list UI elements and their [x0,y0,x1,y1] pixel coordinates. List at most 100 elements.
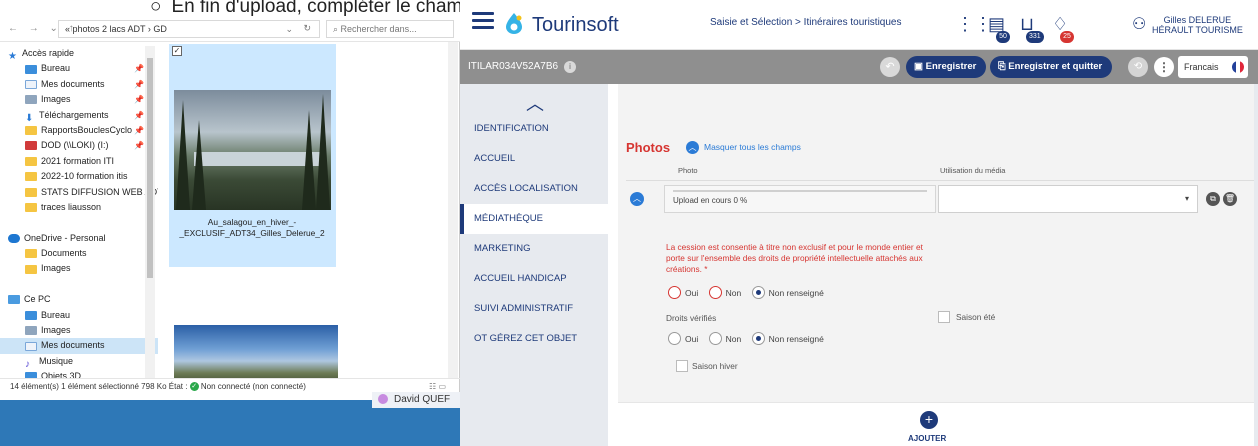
search-input[interactable]: ⌕ Rechercher dans... [326,20,454,38]
photo-thumbnail-2[interactable] [174,325,338,378]
add-label[interactable]: AJOUTER [908,434,946,443]
tree-item-label: Documents [41,248,87,259]
path-field[interactable]: « photos 2 lacs ADT › GD ⌄ ↻ [58,20,320,38]
tree-item[interactable]: Mes documents [0,338,158,354]
info-icon[interactable]: i [564,61,577,73]
chevron-down-icon[interactable]: ⌄ [285,24,293,35]
connection-status: Non connecté (non connecté) [200,382,306,391]
pin-icon[interactable]: 📌 [134,123,144,138]
add-button[interactable]: + [920,411,938,429]
tree-item[interactable]: DOD (\\LOKI) (I:) 📌 [0,138,158,153]
radio-non-renseigne[interactable] [751,332,765,346]
top-bar: Tourinsoft Saisie et Sélection > Itinéra… [460,0,1258,50]
breadcrumb[interactable]: Saisie et Sélection > Itinéraires touris… [710,17,902,28]
tree-item[interactable]: Objets 3D [0,369,158,378]
tree-item-label: Téléchargements [39,109,109,120]
checkbox-icon[interactable]: ✓ [172,46,182,56]
apps-grid-icon[interactable]: ⋮⋮ [956,14,992,35]
sidebar-item-mediatheque[interactable]: MÉDIATHÈQUE [460,204,608,234]
upload-field[interactable]: Upload en cours 0 % [664,185,936,213]
sidebar-item-ot-gerez[interactable]: OT GÉREZ CET OBJET [460,324,608,354]
action-bar: ITILAR034V52A7B6 i ↶ ▣ Enregistrer ⎘ Enre… [460,50,1258,84]
radio-non[interactable] [708,286,722,300]
tree-item[interactable]: Bureau [0,308,158,323]
radio-label-oui: Oui [685,287,699,298]
saison-ete-label: Saison été [956,312,996,322]
row-expand-icon[interactable]: ︿ [630,192,644,206]
taskbar-item[interactable]: David QUEF [372,392,460,408]
sidebar-item-marketing[interactable]: MARKETING [460,234,608,264]
tree-item[interactable]: Images [0,261,158,276]
usage-select[interactable]: ▾ [938,185,1198,213]
tree-item[interactable]: OneDrive - Personal [0,231,158,246]
pin-icon[interactable]: 📌 [134,108,144,123]
tree-item-label: Images [41,263,71,274]
more-options-button[interactable]: ⋮ [1154,57,1174,77]
content-scrollbar[interactable] [448,42,458,378]
tree-item[interactable]: Images [0,323,158,338]
copy-icon[interactable]: ⧉ [1206,192,1220,206]
hide-all-fields-link[interactable]: Masquer tous les champs [704,142,801,152]
tree-item[interactable]: ⬇ Téléchargements 📌 [0,108,158,124]
radio-oui[interactable] [668,286,681,300]
sidebar-item-accueil[interactable]: ACCUEIL [460,144,608,174]
sidebar-item-accueil-handicap[interactable]: ACCUEIL HANDICAP [460,264,608,294]
tree-item[interactable]: traces liausson [0,200,158,215]
tree-item[interactable]: Ce PC [0,292,158,307]
folder-icon [25,264,37,274]
saison-ete-checkbox[interactable] [938,311,950,323]
user-block[interactable]: Gilles DELERUE HÉRAULT TOURISME [1152,15,1243,35]
radio-non-renseigne[interactable] [751,286,765,300]
address-bar: ← → ⌄ ↑ « photos 2 lacs ADT › GD ⌄ ↻ ⌕ R… [0,16,460,42]
history-button[interactable]: ⟲ [1128,57,1148,77]
save-button[interactable]: ▣ Enregistrer [906,56,987,78]
hamburger-menu-icon[interactable] [472,12,494,30]
tree-item[interactable]: Images 📌 [0,92,158,107]
photo-thumbnail[interactable] [174,90,331,210]
radio-label-non: Non [725,333,742,344]
tree-item[interactable]: Documents [0,246,158,261]
sidebar-item-identification[interactable]: IDENTIFICATION [460,114,608,144]
tree-item[interactable]: RapportsBouclesCyclo 📌 [0,123,158,138]
tree-item[interactable]: 2022-10 formation itis [0,169,158,184]
saison-hiver-checkbox[interactable] [676,360,688,372]
tree-item[interactable]: ★ Accès rapide [0,46,158,62]
sidebar: ︿ IDENTIFICATION ACCUEIL ACCÈS LOCALISAT… [460,84,608,446]
navigation-tree: ★ Accès rapide Bureau 📌 Mes documents 📌 Images… [0,46,158,378]
tree-item[interactable]: STATS DIFFUSION WEB ADT [0,185,158,200]
collapse-chevron-icon[interactable]: ︿ [526,90,544,116]
radio-oui[interactable] [668,332,681,346]
divider [626,180,1254,181]
pin-icon[interactable]: 📌 [134,77,144,92]
trash-icon[interactable]: 🗑 [1223,192,1237,206]
scrollbar-thumb[interactable] [147,58,153,278]
chevron-up-icon[interactable]: ︿ [686,141,699,154]
tree-item[interactable]: Bureau 📌 [0,61,158,76]
cession-text: La cession est consentie à titre non exc… [666,242,923,274]
pictures-icon [25,326,37,336]
sidebar-item-acces-localisation[interactable]: ACCÈS LOCALISATION [460,174,608,204]
sidebar-item-suivi-administratif[interactable]: SUIVI ADMINISTRATIF [460,294,608,324]
section-title: Photos [626,140,671,155]
undo-button[interactable]: ↶ [880,57,900,77]
tree-scrollbar[interactable] [145,46,155,378]
refresh-icon[interactable]: ↻ [303,23,311,34]
user-icon[interactable]: ⚇ [1132,14,1146,34]
tree-shape [176,100,190,210]
language-selector[interactable]: Francais [1178,56,1248,78]
documents-icon [25,341,37,351]
save-label: Enregistrer [925,61,977,72]
save-and-quit-button[interactable]: ⎘ Enregistrer et quitter [990,56,1113,78]
pin-icon[interactable]: 📌 [134,92,144,107]
app-logo-text: Tourinsoft [532,14,619,36]
user-org: HÉRAULT TOURISME [1152,25,1243,35]
pin-icon[interactable]: 📌 [134,138,144,153]
tree-item[interactable]: 2021 formation ITI [0,154,158,169]
chevron-down-icon: ▾ [1184,194,1189,203]
tree-item-label: STATS DIFFUSION WEB ADT [41,186,158,197]
pin-icon[interactable]: 📌 [134,61,144,76]
tree-item[interactable]: Mes documents 📌 [0,77,158,92]
radio-non[interactable] [708,332,722,346]
tree-item[interactable]: ♪ Musique [0,354,158,370]
tree-item-label: 2022-10 formation itis [41,171,128,182]
